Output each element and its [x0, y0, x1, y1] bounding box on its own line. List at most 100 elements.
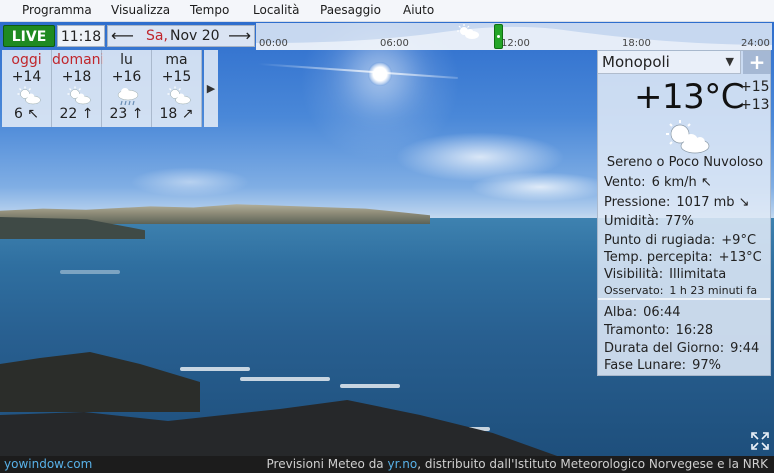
arrow-left-icon: ⟵ — [111, 26, 134, 45]
wave-foam — [340, 384, 400, 388]
dew-point-value: +9°C — [721, 233, 757, 248]
fullscreen-icon — [751, 432, 769, 450]
time-slider-handle[interactable] — [494, 24, 503, 49]
divider — [598, 298, 770, 300]
plus-icon: + — [748, 50, 766, 74]
observed-label: Osservato: — [604, 284, 664, 297]
pressure-value: 1017 mb ↘ — [676, 195, 750, 210]
brand-link[interactable]: yowindow.com — [4, 457, 92, 471]
footer-bar: yowindow.com Previsioni Meteo da yr.no, … — [0, 456, 774, 473]
forecast-panel: oggi +14 6 ↖ domani +18 22 ↑ lu +16 23 ↑ — [2, 50, 218, 127]
sun-cloud-icon — [167, 86, 191, 105]
location-select[interactable]: Monopoli ▼ — [598, 51, 741, 74]
wind-row: Vento: 6 km/h ↖ — [604, 175, 712, 190]
forecast-next-button[interactable]: ▶ — [204, 50, 218, 127]
forecast-day-name: domani — [52, 52, 105, 68]
date-day: Sa, — [146, 28, 168, 44]
menu-tempo[interactable]: Tempo — [190, 3, 229, 17]
forecast-wind: 18 ↗ — [159, 106, 194, 122]
add-location-button[interactable]: + — [743, 51, 771, 74]
sunset-row: Tramonto: 16:28 — [604, 323, 713, 338]
arrow-right-icon: ⟶ — [228, 26, 251, 45]
timeline-tick: 24:00 — [741, 38, 770, 49]
date-text: Nov 20 — [170, 28, 220, 44]
cloud — [130, 167, 250, 197]
pressure-row: Pressione: 1017 mb ↘ — [604, 195, 750, 210]
forecast-day[interactable]: oggi +14 6 ↖ — [2, 50, 52, 127]
sun-cloud-icon — [456, 24, 480, 44]
dropdown-triangle-icon: ▼ — [725, 55, 734, 68]
forecast-temp: +18 — [61, 69, 92, 85]
wave-foam — [180, 367, 250, 371]
menu-localita[interactable]: Località — [253, 3, 300, 17]
menu-paesaggio[interactable]: Paesaggio — [320, 3, 381, 17]
moon-phase-label: Fase Lunare: — [604, 358, 687, 373]
condition-text: Sereno o Poco Nuvoloso — [606, 155, 764, 170]
credits-text: Previsioni Meteo da yr.no, distribuito d… — [267, 457, 768, 471]
time-slider[interactable]: 00:00 06:00 12:00 18:00 24:00 — [256, 23, 772, 50]
day-length-value: 9:44 — [730, 341, 760, 356]
fullscreen-button[interactable] — [750, 432, 770, 452]
forecast-day[interactable]: lu +16 23 ↑ — [102, 50, 152, 127]
sun-cloud-icon — [666, 120, 710, 154]
forecast-day-name: lu — [120, 52, 133, 68]
dew-point-label: Punto di rugiada: — [604, 233, 716, 248]
credits-suffix: , distribuito dall'Istituto Meteorologic… — [417, 457, 768, 471]
visibility-value: Illimitata — [669, 267, 727, 282]
current-conditions-panel: Monopoli ▼ + +13°C +15 +13 Sereno o Poco… — [597, 50, 771, 376]
forecast-wind: 22 ↑ — [59, 106, 94, 122]
moon-phase-value: 97% — [692, 358, 721, 373]
live-button[interactable]: LIVE — [3, 25, 55, 47]
visibility-row: Visibilità: Illimitata — [604, 267, 726, 282]
visibility-label: Visibilità: — [604, 267, 664, 282]
yr-link[interactable]: yr.no — [388, 457, 418, 471]
wind-value: 6 km/h ↖ — [651, 175, 712, 190]
sunrise-value: 06:44 — [643, 305, 681, 320]
sun-cloud-icon — [17, 86, 41, 105]
day-length-label: Durata del Giorno: — [604, 341, 725, 356]
menu-programma[interactable]: Programma — [22, 3, 92, 17]
wave-foam — [60, 270, 120, 274]
observed-value: 1 h 23 minuti fa — [669, 284, 758, 297]
menu-bar: Programma Visualizza Tempo Località Paes… — [0, 0, 774, 22]
sunset-label: Tramonto: — [604, 323, 670, 338]
feels-like-value: +13°C — [718, 250, 762, 265]
date-navigator: ⟵ Sa, Nov 20 ⟶ — [107, 25, 255, 47]
play-right-icon: ▶ — [206, 82, 216, 95]
temperature-high: +15 — [740, 79, 770, 95]
sun — [368, 62, 392, 86]
menu-aiuto[interactable]: Aiuto — [403, 3, 434, 17]
location-name: Monopoli — [602, 53, 670, 71]
forecast-day[interactable]: ma +15 18 ↗ — [152, 50, 202, 127]
sunrise-row: Alba: 06:44 — [604, 305, 681, 320]
menu-visualizza[interactable]: Visualizza — [111, 3, 170, 17]
rain-cloud-icon — [117, 88, 139, 106]
humidity-value: 77% — [665, 214, 695, 229]
temperature-low: +13 — [740, 97, 770, 113]
observed-row: Osservato: 1 h 23 minuti fa — [604, 284, 757, 297]
sun-cloud-icon — [67, 86, 91, 105]
prev-day-button[interactable]: ⟵ — [111, 26, 134, 46]
wave-foam — [240, 377, 330, 381]
dew-point-row: Punto di rugiada: +9°C — [604, 233, 756, 248]
timeline-tick: 12:00 — [501, 38, 530, 49]
sunrise-label: Alba: — [604, 305, 638, 320]
humidity-label: Umidità: — [604, 214, 660, 229]
forecast-wind: 23 ↑ — [109, 106, 144, 122]
moon-phase-row: Fase Lunare: 97% — [604, 358, 721, 373]
wind-label: Vento: — [604, 175, 646, 190]
forecast-temp: +16 — [111, 69, 142, 85]
forecast-day-name: ma — [165, 52, 188, 68]
forecast-day[interactable]: domani +18 22 ↑ — [52, 50, 105, 127]
forecast-day-name: oggi — [11, 52, 42, 68]
pressure-label: Pressione: — [604, 195, 671, 210]
timeline-tick: 00:00 — [259, 38, 288, 49]
current-temperature: +13°C — [634, 77, 745, 117]
forecast-wind: 6 ↖ — [13, 106, 40, 122]
current-time: 11:18 — [57, 25, 105, 47]
next-day-button[interactable]: ⟶ — [228, 26, 251, 46]
feels-like-row: Temp. percepita: +13°C — [604, 250, 762, 265]
sunset-value: 16:28 — [675, 323, 714, 338]
cloud — [470, 172, 610, 202]
forecast-temp: +14 — [11, 69, 42, 85]
